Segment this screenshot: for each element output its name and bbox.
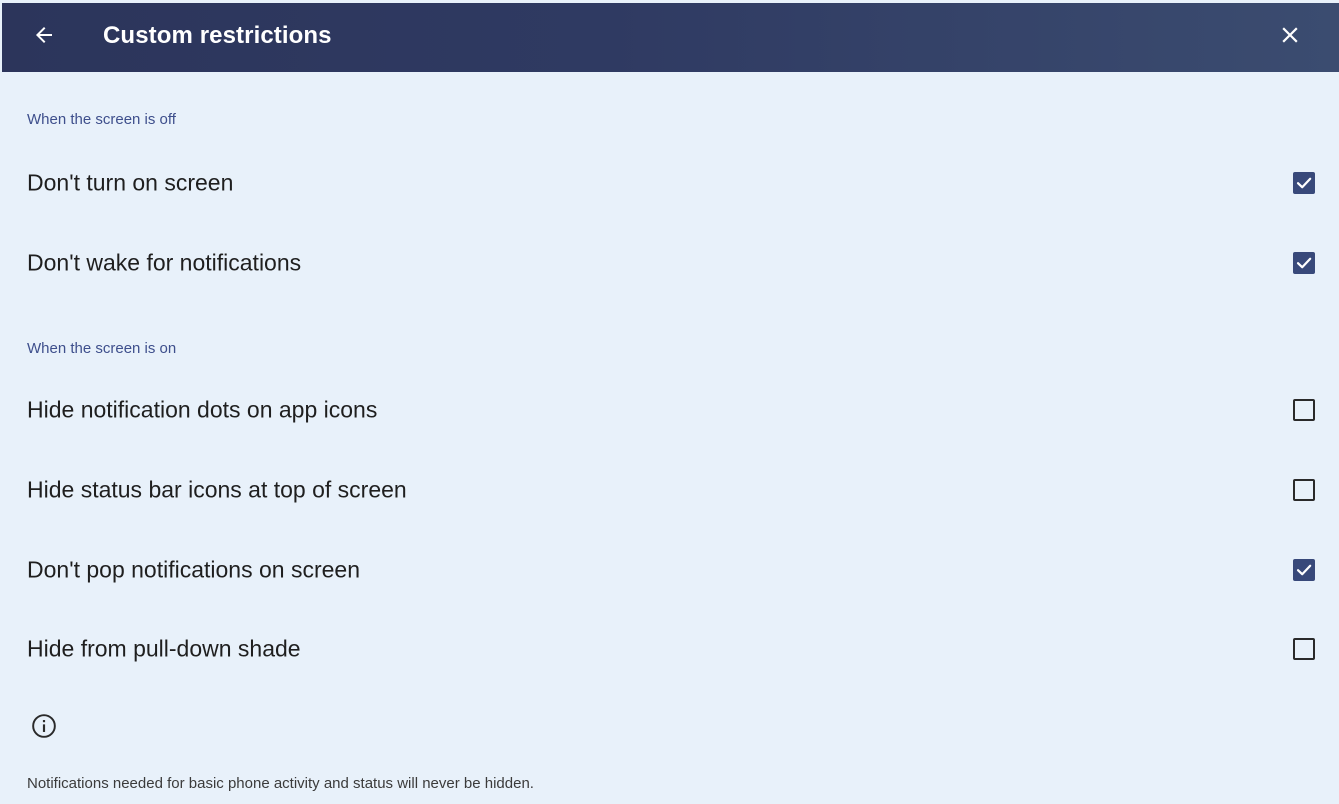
checkbox-unchecked[interactable] (1293, 638, 1315, 660)
close-icon (1282, 27, 1298, 43)
section-header-screen-on: When the screen is on (27, 340, 177, 357)
arrow-left-icon (36, 27, 52, 43)
info-icon (32, 714, 56, 738)
option-dont-pop-notifications[interactable]: Don't pop notifications on screen (0, 540, 1339, 600)
option-hide-status-bar-icons[interactable]: Hide status bar icons at top of screen (0, 460, 1339, 520)
page-title: Custom restrictions (103, 22, 332, 49)
option-hide-notification-dots[interactable]: Hide notification dots on app icons (0, 380, 1339, 440)
option-dont-wake-for-notifications[interactable]: Don't wake for notifications (0, 233, 1339, 293)
option-label: Don't pop notifications on screen (27, 556, 360, 583)
section-header-screen-off: When the screen is off (27, 111, 176, 128)
option-label: Hide status bar icons at top of screen (27, 476, 407, 503)
option-dont-turn-on-screen[interactable]: Don't turn on screen (0, 153, 1339, 213)
checkbox-unchecked[interactable] (1293, 479, 1315, 501)
option-label: Don't wake for notifications (27, 249, 302, 276)
checkbox-checked[interactable] (1293, 559, 1315, 581)
option-label: Hide notification dots on app icons (27, 396, 378, 423)
checkmark-icon (1296, 257, 1312, 269)
option-label: Don't turn on screen (27, 169, 234, 196)
checkbox-unchecked[interactable] (1293, 399, 1315, 421)
checkmark-icon (1296, 564, 1312, 576)
option-label: Hide from pull-down shade (27, 635, 301, 662)
option-hide-from-pull-down-shade[interactable]: Hide from pull-down shade (0, 619, 1339, 679)
footer-note: Notifications needed for basic phone act… (27, 775, 534, 792)
checkbox-checked[interactable] (1293, 252, 1315, 274)
back-button[interactable] (24, 15, 64, 55)
checkmark-icon (1296, 177, 1312, 189)
close-button[interactable] (1270, 13, 1310, 57)
app-bar: Custom restrictions (2, 3, 1339, 72)
checkbox-checked[interactable] (1293, 172, 1315, 194)
